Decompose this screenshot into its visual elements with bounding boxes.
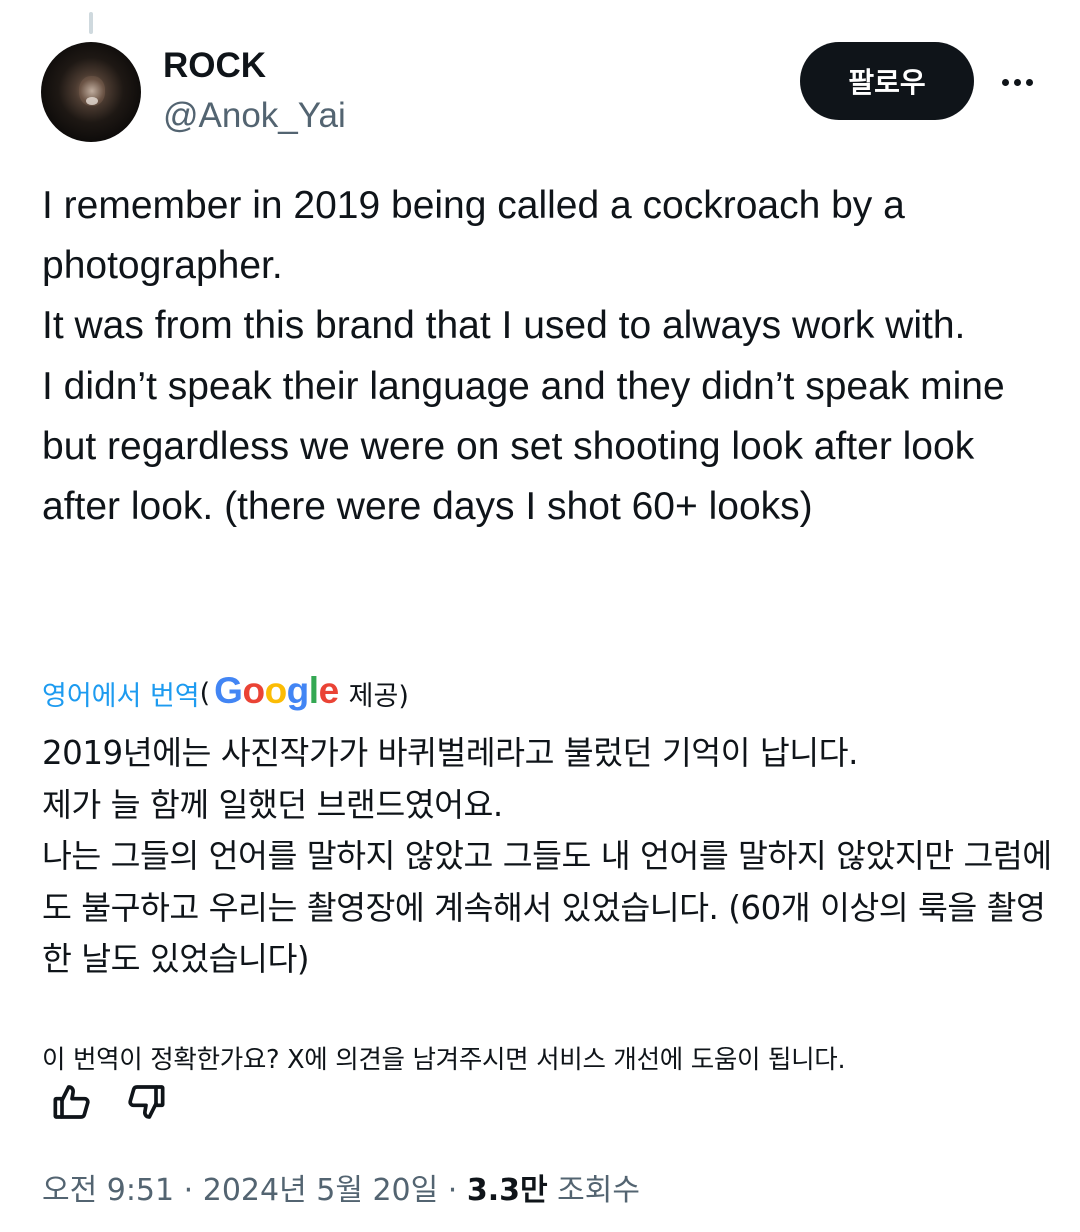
more-dot <box>1013 78 1021 86</box>
thumbs-up-icon[interactable] <box>52 1082 92 1122</box>
user-handle[interactable]: @Anok_Yai <box>163 94 346 138</box>
translated-text-line: 제가 늘 함께 일했던 브랜드였어요. <box>42 785 503 824</box>
more-dot <box>1001 78 1009 86</box>
views-count[interactable]: 3.3만 <box>467 1173 548 1208</box>
tweet-date[interactable]: 2024년 5월 20일 <box>203 1173 438 1208</box>
tweet-time[interactable]: 오전 9:51 <box>42 1173 174 1208</box>
views-label: 조회수 <box>557 1173 640 1208</box>
thumbs-down-icon[interactable] <box>126 1082 166 1122</box>
more-dot <box>1025 78 1033 86</box>
tweet-text-line: I didn’t speak their language and they d… <box>42 364 1005 529</box>
translate-link[interactable]: 영어에서 번역 <box>42 674 200 713</box>
tweet-text-line: It was from this brand that I used to al… <box>42 304 966 348</box>
translated-text: 2019년에는 사진작가가 바퀴벌레라고 불렀던 기억이 납니다. 제가 늘 함… <box>42 728 1052 986</box>
display-name[interactable]: ROCK <box>163 44 266 88</box>
translation-attribution: 영어에서 번역 ( Google 제공) <box>42 668 409 718</box>
tweet-meta: 오전 9:51 · 2024년 5월 20일 · 3.3만 조회수 <box>42 1168 640 1214</box>
provided-by-label: 제공) <box>348 680 409 712</box>
open-paren: ( <box>199 677 211 709</box>
translated-text-line: 나는 그들의 언어를 말하지 않았고 그들도 내 언어를 말하지 않았지만 그럼… <box>42 837 1052 978</box>
avatar-mouth <box>86 97 98 105</box>
meta-separator: · <box>447 1173 458 1208</box>
meta-separator: · <box>183 1173 194 1208</box>
thread-connector-line <box>89 12 93 34</box>
tweet-text-line: I remember in 2019 being called a cockro… <box>42 184 905 288</box>
translation-feedback-question: 이 번역이 정확한가요? X에 의견을 남겨주시면 서비스 개선에 도움이 됩니… <box>42 1045 846 1075</box>
google-logo: Google <box>214 670 339 711</box>
tweet-text: I remember in 2019 being called a cockro… <box>42 176 1042 537</box>
follow-button[interactable]: 팔로우 <box>800 42 974 120</box>
translated-text-line: 2019년에는 사진작가가 바퀴벌레라고 불렀던 기억이 납니다. <box>42 734 858 772</box>
more-options-icon[interactable] <box>994 62 1040 102</box>
avatar[interactable] <box>41 42 141 142</box>
